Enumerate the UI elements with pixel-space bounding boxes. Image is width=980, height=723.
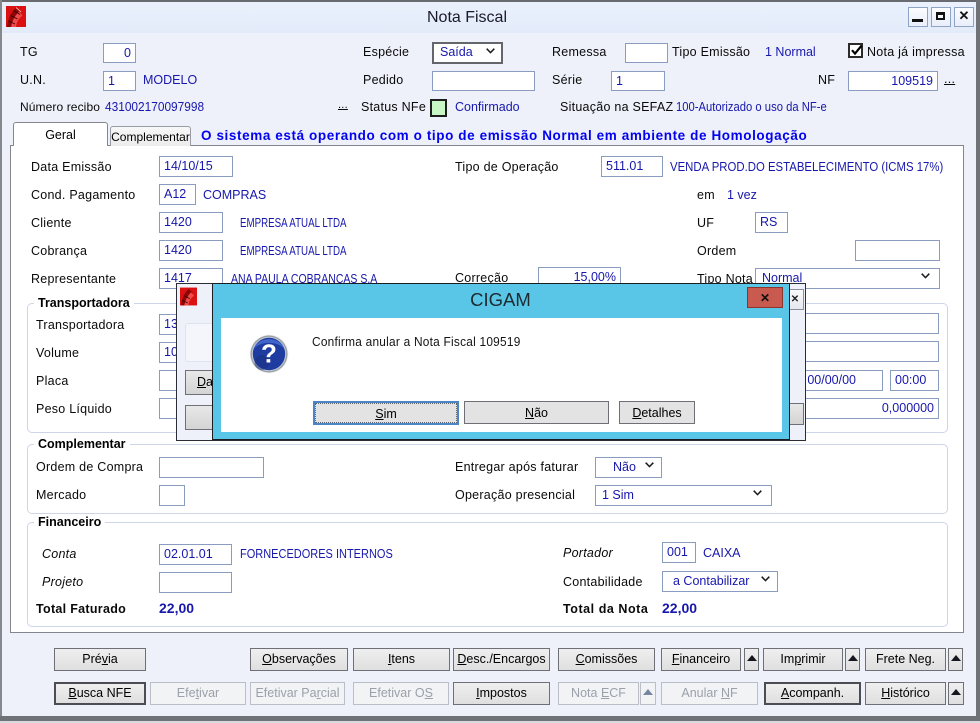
svg-text:?: ? — [261, 339, 277, 369]
